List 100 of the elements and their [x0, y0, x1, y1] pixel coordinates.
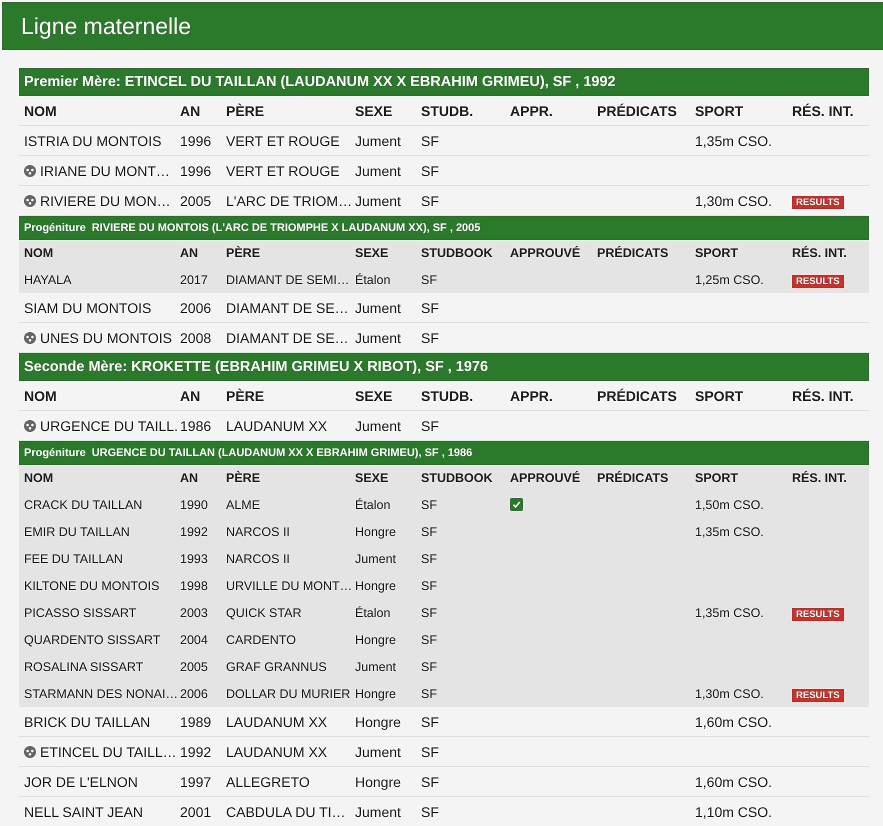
horse-name: KILTONE DU MONTOIS [24, 578, 160, 592]
sport-cell: 1,60m CSO. [695, 714, 772, 730]
sex-cell: Hongre [355, 774, 401, 790]
sire-cell: VERT ET ROUGE [226, 162, 340, 178]
sex-cell: Hongre [355, 714, 401, 730]
year-cell: 2006 [180, 686, 208, 700]
horse-name: BRICK DU TAILLAN [24, 714, 150, 730]
horse-name: ISTRIA DU MONTOIS [24, 132, 162, 148]
sport-cell: 1,25m CSO. [695, 272, 764, 286]
horse-name: ROSALINA SISSART [24, 660, 144, 674]
sire-cell: CABDULA DU TI… [226, 804, 346, 820]
year-cell: 1986 [180, 418, 212, 434]
column-header: PÈRE [226, 246, 260, 260]
sex-cell: Hongre [355, 524, 396, 538]
horse-name: ETINCEL DU TAILL… [40, 744, 177, 760]
horse-name: NELL SAINT JEAN [24, 804, 144, 820]
horse-name: UNES DU MONTOIS [40, 330, 172, 346]
year-cell: 2004 [180, 632, 208, 646]
column-header: APPR. [510, 102, 553, 118]
horse-name: PICASSO SISSART [24, 606, 136, 620]
progeny-title: RIVIERE DU MONTOIS (L'ARC DE TRIOMPHE X LAUDANUM XX), SF , 2005 [92, 222, 480, 234]
column-header: PÈRE [226, 388, 264, 404]
results-link[interactable]: RESULTS [792, 274, 844, 288]
year-cell: 1992 [180, 744, 212, 760]
section-title: Premier Mère: ETINCEL DU TAILLAN (LAUDANUM XX X EBRAHIM GRIMEU), SF , 1992 [19, 68, 869, 96]
horse-name: EMIR DU TAILLAN [24, 524, 130, 538]
studbook-cell: SF [421, 714, 439, 730]
sex-cell: Jument [355, 744, 401, 760]
column-header: RÉS. INT. [792, 246, 847, 260]
column-header: PÈRE [226, 102, 264, 118]
sex-cell: Jument [355, 192, 401, 208]
column-header: SPORT [695, 471, 738, 485]
sire-cell: LAUDANUM XX [226, 744, 328, 760]
column-header: STUDB. [421, 102, 474, 118]
sport-cell: 1,35m CSO. [695, 524, 764, 538]
sport-cell: 1,30m CSO. [695, 686, 764, 700]
studbook-cell: SF [421, 524, 437, 538]
sire-cell: LAUDANUM XX [226, 418, 328, 434]
column-header: PRÉDICATS [597, 388, 677, 404]
studbook-cell: SF [421, 606, 437, 620]
results-link[interactable]: RESULTS [792, 196, 844, 208]
studbook-cell: SF [421, 774, 439, 790]
studbook-cell: SF [421, 162, 439, 178]
studbook-cell: SF [421, 300, 439, 316]
sex-cell: Jument [355, 132, 401, 148]
year-cell: 1996 [180, 132, 212, 148]
sire-cell: DIAMANT DE SEMI… [226, 272, 350, 286]
horse-name: QUARDENTO SISSART [24, 632, 160, 646]
sport-cell: 1,50m CSO. [695, 498, 764, 512]
column-header: STUDBOOK [421, 471, 493, 485]
column-header: STUDB. [421, 388, 474, 404]
page-title: Ligne maternelle [21, 12, 192, 40]
year-cell: 1992 [180, 524, 208, 538]
year-cell: 1998 [180, 578, 208, 592]
sport-cell: 1,60m CSO. [695, 774, 772, 790]
horse-name: FEE DU TAILLAN [24, 552, 123, 566]
sire-cell: VERT ET ROUGE [226, 132, 340, 148]
horse-name: CRACK DU TAILLAN [24, 498, 142, 512]
column-header: AN [180, 471, 198, 485]
results-link[interactable]: RESULTS [792, 688, 844, 702]
sex-cell: Jument [355, 300, 401, 316]
column-header: APPR. [510, 388, 553, 404]
horse-name: STARMANN DES NONAI… [24, 686, 178, 700]
year-cell: 1990 [180, 498, 208, 512]
sport-cell: 1,35m CSO. [695, 606, 764, 620]
sire-cell: GRAF GRANNUS [226, 660, 327, 674]
sex-cell: Hongre [355, 632, 396, 646]
sex-cell: Jument [355, 418, 401, 434]
results-link[interactable]: RESULTS [792, 608, 844, 620]
studbook-cell: SF [421, 804, 439, 820]
column-header: NOM [24, 102, 57, 118]
studbook-cell: SF [421, 578, 437, 592]
studbook-cell: SF [421, 552, 437, 566]
column-header: SEXE [355, 102, 392, 118]
column-header: SPORT [695, 388, 744, 404]
sire-cell: ALLEGRETO [226, 774, 310, 790]
year-cell: 2008 [180, 330, 212, 346]
sex-cell: Jument [355, 660, 396, 674]
sex-cell: Hongre [355, 686, 396, 700]
sire-cell: DIAMANT DE SE… [226, 330, 349, 346]
year-cell: 1993 [180, 552, 208, 566]
column-header: SEXE [355, 246, 388, 260]
sport-cell: 1,30m CSO. [695, 192, 772, 208]
section-title: Seconde Mère: KROKETTE (EBRAHIM GRIMEU X RIBOT), SF , 1976 [19, 353, 869, 381]
horse-name: JOR DE L'ELNON [24, 774, 138, 790]
column-header: RÉS. INT. [792, 471, 847, 485]
year-cell: 2006 [180, 300, 212, 316]
column-header: RÉS. INT. [792, 102, 854, 118]
sex-cell: Jument [355, 162, 401, 178]
sire-cell: DIAMANT DE SE… [226, 300, 349, 316]
studbook-cell: SF [421, 660, 437, 674]
horse-name: IRIANE DU MONT… [40, 162, 170, 178]
sex-cell: Jument [355, 552, 396, 566]
progeny-title: URGENCE DU TAILLAN (LAUDANUM XX X EBRAHIM GRIMEU), SF , 1986 [92, 447, 472, 459]
sex-cell: Hongre [355, 578, 396, 592]
year-cell: 2005 [180, 192, 212, 208]
studbook-cell: SF [421, 418, 439, 434]
column-header: PRÉDICATS [597, 471, 668, 485]
sex-cell: Étalon [355, 272, 390, 286]
horse-name: RIVIERE DU MON… [40, 192, 171, 208]
